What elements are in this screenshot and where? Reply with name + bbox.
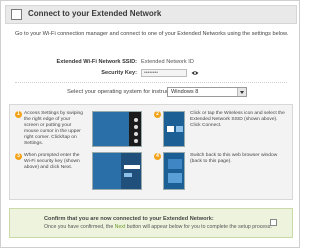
confirm-text: Once you have confirmed, the Next button… (44, 224, 272, 230)
confirm-checkbox[interactable] (270, 219, 277, 226)
confirm-title: Confirm that you are now connected to yo… (44, 216, 214, 222)
step-badge: 4 (154, 153, 161, 160)
step-badge: 2 (154, 111, 161, 118)
step-4-screenshot (163, 152, 185, 190)
os-select-label: Select your operating system for instruc… (67, 89, 183, 95)
step-3-screenshot (92, 152, 142, 190)
setup-page: Connect to your Extended Network Go to y… (0, 0, 300, 248)
confirm-text-after: button will appear below for you to comp… (125, 224, 272, 230)
step-1-text: Access Settings by swiping the right edg… (24, 111, 83, 146)
step-3-text: When prompted enter the Wi-Fi security k… (24, 153, 80, 170)
section-title: Connect to your Extended Network (28, 9, 162, 18)
step-4-text: Switch back to this web browser window (… (190, 153, 278, 164)
checkbox-icon (11, 9, 22, 20)
ssid-label: Extended Wi-Fi Network SSID: (56, 59, 137, 65)
chevron-down-icon[interactable] (237, 88, 246, 96)
security-key-row: Security Key: •••••••• (1, 69, 301, 79)
intro-text: Go to your Wi-Fi connection manager and … (15, 31, 289, 37)
eye-icon[interactable] (191, 70, 199, 76)
step-badge: 1 (15, 111, 22, 118)
ssid-row: Extended Wi-Fi Network SSID: Extended Ne… (1, 58, 301, 68)
security-key-label: Security Key: (101, 70, 137, 76)
security-key-field[interactable]: •••••••• (141, 69, 187, 77)
os-dropdown[interactable]: Windows 8 (167, 87, 247, 97)
next-highlight: Next (114, 224, 126, 230)
step-1-screenshot (92, 111, 142, 147)
step-2-text: Click or tap the Wireless icon and selec… (190, 111, 285, 128)
confirm-panel: Confirm that you are now connected to yo… (9, 208, 293, 238)
instructions-panel: 1 Access Settings by swiping the right e… (9, 104, 293, 200)
os-selected-value: Windows 8 (171, 89, 199, 95)
step-2-screenshot (163, 111, 185, 147)
os-select-row: Select your operating system for instruc… (1, 87, 301, 98)
section-header: Connect to your Extended Network (5, 5, 297, 24)
ssid-value: Extended Network ID (141, 59, 194, 65)
divider (15, 82, 287, 83)
confirm-text-before: Once you have confirmed, the (44, 224, 115, 230)
step-badge: 3 (15, 153, 22, 160)
